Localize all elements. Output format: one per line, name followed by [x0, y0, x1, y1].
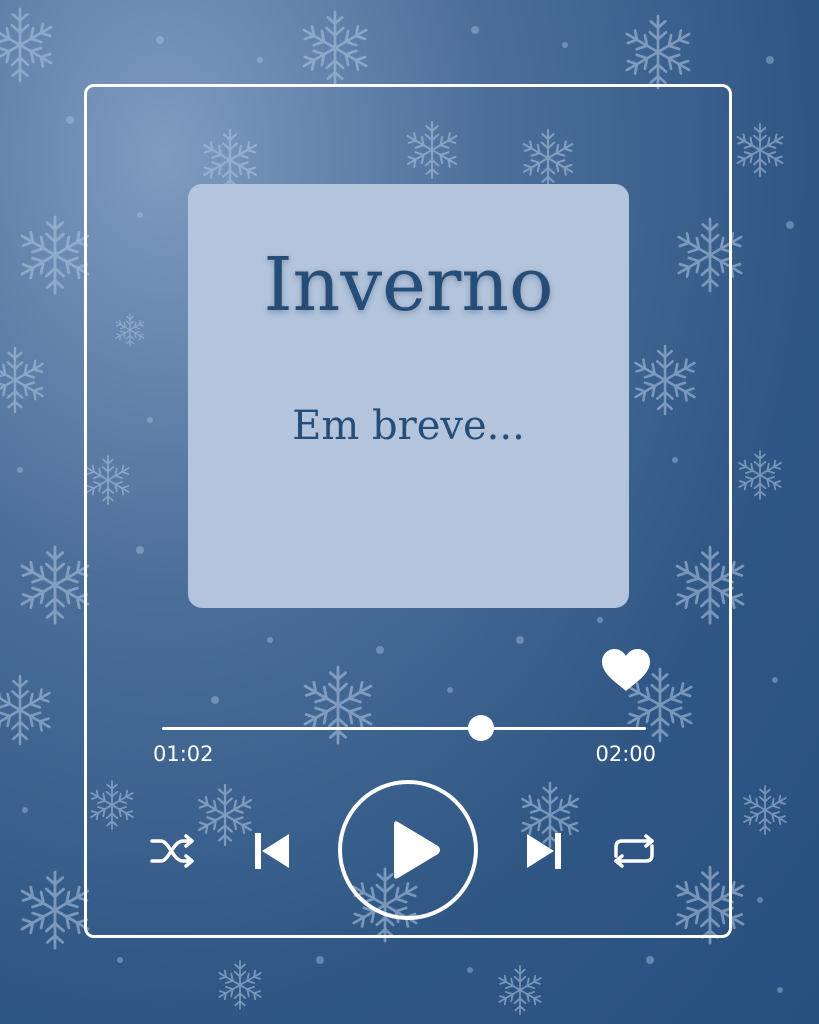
- play-button[interactable]: [338, 780, 478, 920]
- progress-bar[interactable]: [162, 727, 646, 730]
- heart-icon[interactable]: [600, 648, 652, 692]
- track-title: Inverno: [263, 242, 554, 328]
- skip-previous-icon[interactable]: [254, 832, 290, 870]
- play-icon: [394, 821, 440, 879]
- album-cover: Inverno Em breve...: [188, 184, 629, 608]
- shuffle-icon[interactable]: [149, 834, 197, 868]
- time-total: 02:00: [595, 742, 656, 766]
- skip-next-icon[interactable]: [526, 832, 562, 870]
- repeat-icon[interactable]: [610, 834, 658, 868]
- time-elapsed: 01:02: [153, 742, 214, 766]
- track-subtitle: Em breve...: [292, 403, 525, 449]
